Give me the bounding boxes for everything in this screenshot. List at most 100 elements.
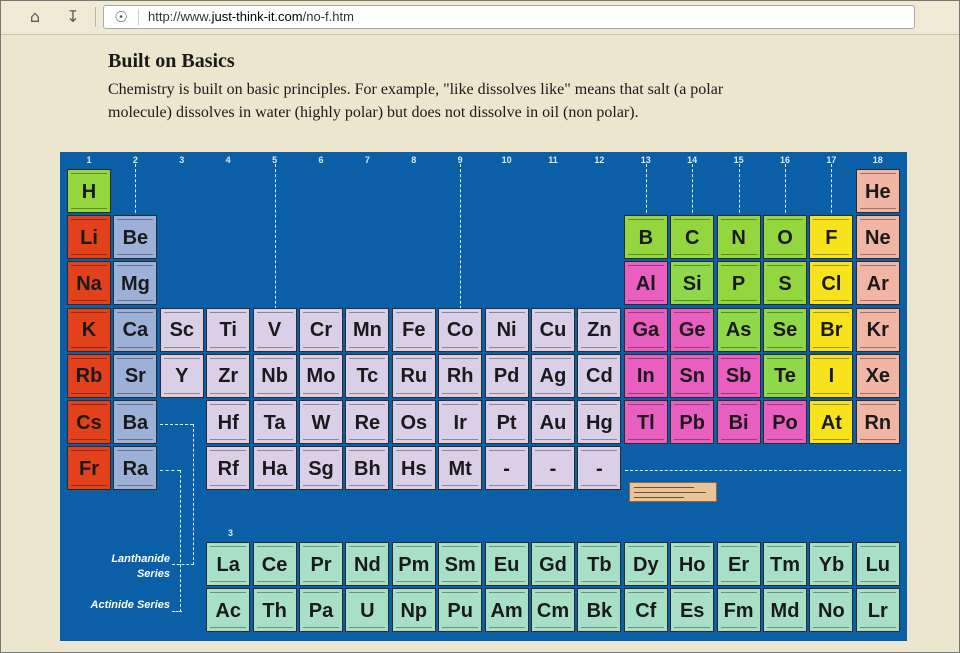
element-cell: Mt xyxy=(438,446,483,491)
element-symbol: Nd xyxy=(354,553,381,576)
element-cell: Ru xyxy=(391,353,436,398)
element-symbol: Fe xyxy=(402,319,426,342)
address-bar[interactable]: ☉ http://www.just-think-it.com/no-f.htm xyxy=(103,5,915,29)
element-cell: V xyxy=(252,307,297,352)
download-icon[interactable]: ↧ xyxy=(63,7,83,27)
element-cell: Au xyxy=(531,400,575,444)
connector-line xyxy=(160,424,193,425)
element-symbol: Dy xyxy=(633,553,659,576)
group-number: 3 xyxy=(179,155,185,165)
element-symbol: Ba xyxy=(122,411,149,434)
url-text[interactable]: http://www.just-think-it.com/no-f.htm xyxy=(148,9,354,25)
element-symbol: - xyxy=(549,457,557,480)
element-symbol: Sn xyxy=(679,365,705,388)
element-cell: At xyxy=(809,400,854,444)
element-cell: Fe xyxy=(391,307,436,352)
element-symbol: Pm xyxy=(398,553,430,576)
element-symbol: Ge xyxy=(678,319,706,342)
element-symbol: S xyxy=(778,272,792,295)
element-cell: Y xyxy=(159,353,204,398)
lanthanide-cell: Tb xyxy=(577,542,622,586)
element-symbol: Kr xyxy=(866,319,889,342)
element-symbol: He xyxy=(865,180,891,203)
element-symbol: Mo xyxy=(306,365,336,388)
element-symbol: Fm xyxy=(723,599,754,622)
element-symbol: Fr xyxy=(79,457,99,480)
element-cell: Hg xyxy=(577,400,622,444)
group-number: 18 xyxy=(872,155,883,165)
element-symbol: Si xyxy=(682,272,702,295)
element-cell: F xyxy=(809,215,854,260)
element-symbol: Ti xyxy=(219,319,237,342)
actinide-cell: Cf xyxy=(623,588,668,632)
element-symbol: Lr xyxy=(867,599,888,622)
article-paragraph: Chemistry is built on basic principles. … xyxy=(108,81,724,121)
element-symbol: Mt xyxy=(448,457,472,480)
actinide-cell: U xyxy=(345,588,390,632)
element-symbol: Ca xyxy=(122,319,149,342)
element-cell: P xyxy=(716,261,761,306)
element-symbol: Ar xyxy=(866,272,889,295)
connector-line xyxy=(160,470,180,471)
connector-line xyxy=(193,424,194,565)
home-icon[interactable]: ⌂ xyxy=(25,7,45,27)
element-symbol: Mg xyxy=(120,272,150,295)
element-cell: In xyxy=(623,353,668,398)
lanthanide-cell: Gd xyxy=(531,542,575,586)
element-cell: He xyxy=(855,169,900,213)
lanthanide-cell: Ce xyxy=(252,542,297,586)
lanthanide-cell: Pr xyxy=(299,542,343,586)
globe-icon: ☉ xyxy=(114,8,128,26)
group-number: 11 xyxy=(548,155,558,165)
element-cell: As xyxy=(716,307,761,352)
element-cell: Cl xyxy=(809,261,854,306)
element-cell: Be xyxy=(113,215,158,260)
element-cell: Cr xyxy=(299,307,343,352)
element-symbol: Cf xyxy=(635,599,657,622)
element-symbol: Sr xyxy=(124,365,146,388)
element-cell: Rn xyxy=(855,400,900,444)
element-cell: Sc xyxy=(159,307,204,352)
element-cell: O xyxy=(763,215,807,260)
element-symbol: Ho xyxy=(678,553,706,576)
element-symbol: Sb xyxy=(725,365,752,388)
element-symbol: Be xyxy=(122,226,149,249)
group-number: 8 xyxy=(411,155,417,165)
actinide-cell: Es xyxy=(670,588,715,632)
element-symbol: Pd xyxy=(493,365,520,388)
element-symbol: No xyxy=(818,599,845,622)
element-symbol: Au xyxy=(539,411,567,434)
element-symbol: Rb xyxy=(75,365,103,388)
element-symbol: F xyxy=(825,226,838,249)
element-symbol: Hs xyxy=(401,457,427,480)
element-symbol: Hf xyxy=(217,411,239,434)
element-cell: Ta xyxy=(252,400,297,444)
element-cell: K xyxy=(67,307,111,352)
group-number: 4 xyxy=(225,155,231,165)
element-symbol: Li xyxy=(80,226,98,249)
element-symbol: V xyxy=(267,319,282,342)
guide-line xyxy=(274,164,276,319)
element-symbol: Eu xyxy=(493,553,520,576)
element-cell: Fr xyxy=(67,446,111,491)
element-symbol: Es xyxy=(679,599,705,622)
element-symbol: Ha xyxy=(261,457,288,480)
element-symbol: Pt xyxy=(496,411,517,434)
element-symbol: Te xyxy=(774,365,796,388)
element-symbol: U xyxy=(360,599,375,622)
element-cell: Sb xyxy=(716,353,761,398)
group-number: 6 xyxy=(318,155,324,165)
element-cell: Re xyxy=(345,400,390,444)
element-cell: Ge xyxy=(670,307,715,352)
element-symbol: Yb xyxy=(818,553,845,576)
element-symbol: Ta xyxy=(263,411,286,434)
element-symbol: Zr xyxy=(218,365,239,388)
group-number: 12 xyxy=(594,155,605,165)
guide-line xyxy=(460,164,462,319)
periodic-table: 3 Lanthanide Series Actinide Series 12 3 4… xyxy=(60,152,907,641)
element-cell: Mg xyxy=(113,261,158,306)
actinide-series-label: Actinide Series xyxy=(90,599,170,611)
element-cell: Tc xyxy=(345,353,390,398)
element-symbol: C xyxy=(684,226,700,249)
element-cell: S xyxy=(763,261,807,306)
